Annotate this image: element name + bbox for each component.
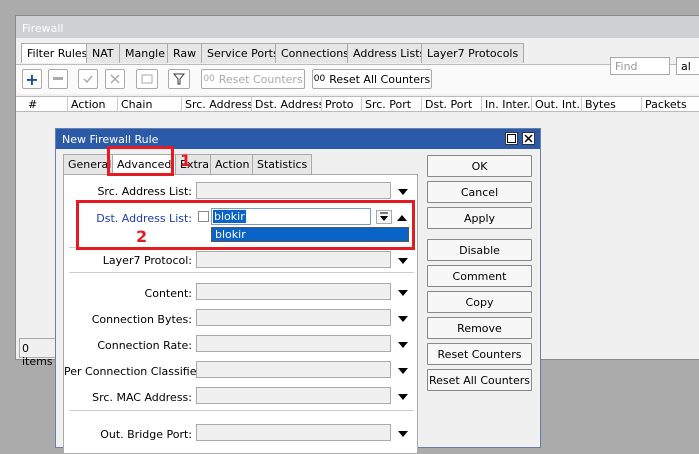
- comment-icon[interactable]: [136, 69, 158, 89]
- comment-button[interactable]: Comment: [427, 265, 532, 287]
- col-src-port[interactable]: Src. Port: [362, 97, 422, 112]
- apply-button[interactable]: Apply: [427, 207, 532, 229]
- connection-bytes-label: Connection Bytes:: [91, 313, 192, 326]
- divider: [69, 410, 414, 411]
- src-mac-address-field[interactable]: [196, 387, 391, 404]
- filter-icon[interactable]: [168, 69, 190, 89]
- connection-rate-label: Connection Rate:: [97, 339, 192, 352]
- enable-check-icon[interactable]: [78, 69, 98, 89]
- col-out-interface[interactable]: Out. Int...: [532, 97, 582, 112]
- per-connection-classifier-label: Per Connection Classifier:: [64, 365, 205, 378]
- annotation-number-1: 1: [180, 151, 192, 170]
- src-mac-address-label: Src. MAC Address:: [92, 391, 192, 404]
- dropdown-arrow-icon[interactable]: [398, 339, 408, 352]
- col-action[interactable]: Action: [68, 97, 118, 112]
- table-header: # Action Chain Src. Address Dst. Address…: [16, 96, 699, 112]
- find-scope-select[interactable]: al: [676, 57, 699, 75]
- highlight-box-1: [107, 146, 174, 176]
- dropdown-arrow-icon[interactable]: [398, 255, 408, 268]
- disable-x-icon[interactable]: [105, 69, 125, 89]
- src-address-list-label: Src. Address List:: [97, 185, 192, 198]
- tab-connections[interactable]: Connections: [275, 43, 355, 63]
- annotation-number-2: 2: [136, 227, 148, 246]
- out-bridge-port-field[interactable]: [196, 424, 391, 441]
- reset-all-counters-dialog-button[interactable]: Reset All Counters: [427, 369, 532, 391]
- tab-filter-rules[interactable]: Filter Rules: [21, 43, 94, 63]
- content-field[interactable]: [196, 283, 391, 300]
- highlight-box-2: [76, 200, 415, 250]
- dropdown-arrow-icon[interactable]: [398, 365, 408, 378]
- out-bridge-port-label: Out. Bridge Port:: [100, 428, 192, 441]
- tab-service-ports[interactable]: Service Ports: [201, 43, 285, 63]
- col-proto[interactable]: Proto: [322, 97, 362, 112]
- content-label: Content:: [144, 287, 192, 300]
- remove-button[interactable]: Remove: [427, 317, 532, 339]
- col-number[interactable]: #: [16, 97, 68, 112]
- tab-nat[interactable]: NAT: [86, 43, 120, 63]
- add-icon[interactable]: +: [22, 69, 42, 89]
- tab-raw[interactable]: Raw: [167, 43, 203, 63]
- disable-button[interactable]: Disable: [427, 239, 532, 261]
- connection-rate-field[interactable]: [196, 335, 391, 352]
- divider: [69, 272, 414, 273]
- tab-layer7-protocols[interactable]: Layer7 Protocols: [421, 43, 525, 63]
- dropdown-arrow-icon[interactable]: [398, 287, 408, 300]
- counter-icon: 00: [203, 74, 215, 84]
- status-count: 0 items: [19, 338, 59, 368]
- dropdown-arrow-icon[interactable]: [398, 186, 408, 199]
- maximize-icon[interactable]: [505, 132, 518, 145]
- layer7-protocol-field[interactable]: [196, 251, 391, 268]
- col-in-interface[interactable]: In. Inter...: [482, 97, 532, 112]
- close-icon[interactable]: [522, 132, 535, 145]
- tab-action[interactable]: Action: [210, 154, 255, 174]
- find-input[interactable]: Find: [610, 57, 670, 75]
- tab-statistics[interactable]: Statistics: [252, 154, 313, 174]
- src-address-list-field[interactable]: [196, 182, 391, 199]
- counter-icon: 00: [313, 74, 326, 84]
- tab-address-lists[interactable]: Address Lists: [347, 43, 432, 63]
- reset-all-counters-button[interactable]: 00 Reset All Counters: [312, 69, 432, 89]
- connection-bytes-field[interactable]: [196, 309, 391, 326]
- new-firewall-rule-dialog: New Firewall Rule General Advanced Extra…: [55, 128, 541, 454]
- toolbar: + 00 Reset Counters 00 Reset All Counter…: [16, 64, 699, 94]
- reset-counters-button[interactable]: 00 Reset Counters: [201, 69, 305, 89]
- tab-mangle[interactable]: Mangle: [119, 43, 172, 63]
- window-title: Firewall: [16, 16, 699, 38]
- reset-all-counters-label: Reset All Counters: [329, 72, 431, 86]
- col-packets[interactable]: Packets: [642, 97, 699, 112]
- reset-counters-dialog-button[interactable]: Reset Counters: [427, 343, 532, 365]
- col-dst-port[interactable]: Dst. Port: [422, 97, 482, 112]
- cancel-button[interactable]: Cancel: [427, 181, 532, 203]
- col-src-address[interactable]: Src. Address: [182, 97, 252, 112]
- layer7-protocol-label: Layer7 Protocol:: [102, 254, 192, 267]
- copy-button[interactable]: Copy: [427, 291, 532, 313]
- dropdown-arrow-icon[interactable]: [398, 313, 408, 326]
- dropdown-arrow-icon[interactable]: [398, 391, 408, 404]
- col-chain[interactable]: Chain: [118, 97, 182, 112]
- per-connection-classifier-field[interactable]: [196, 361, 391, 378]
- dropdown-arrow-icon[interactable]: [398, 428, 408, 441]
- col-bytes[interactable]: Bytes: [582, 97, 642, 112]
- reset-counters-label: Reset Counters: [218, 72, 303, 86]
- col-dst-address[interactable]: Dst. Address: [252, 97, 322, 112]
- remove-icon[interactable]: [48, 69, 68, 89]
- ok-button[interactable]: OK: [427, 155, 532, 177]
